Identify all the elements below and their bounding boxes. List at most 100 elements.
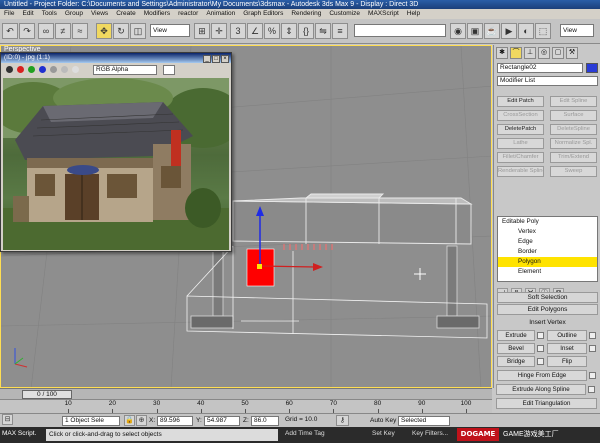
surface-button[interactable]: Surface: [550, 110, 597, 121]
clear-icon[interactable]: [72, 66, 79, 73]
key-mode-dropdown[interactable]: Selected: [398, 416, 450, 426]
inset-settings-icon[interactable]: [589, 345, 596, 352]
menu-tools[interactable]: Tools: [38, 9, 61, 19]
create-tab-icon[interactable]: ✱: [496, 47, 508, 59]
sweep-button[interactable]: Sweep: [550, 166, 597, 177]
extrude-along-spline-button[interactable]: Extrude Along Spline: [496, 384, 586, 395]
close-button[interactable]: ×: [221, 55, 229, 63]
extrude-button[interactable]: Extrude: [497, 330, 535, 341]
menu-modifiers[interactable]: Modifiers: [140, 9, 174, 19]
menu-create[interactable]: Create: [112, 9, 140, 19]
hinge-from-edge-button[interactable]: Hinge From Edge: [497, 370, 587, 381]
soft-selection-rollout[interactable]: Soft Selection: [497, 292, 598, 303]
outline-button[interactable]: Outline: [547, 330, 587, 341]
delete-patch-button[interactable]: DeletePatch: [497, 124, 544, 135]
render-view-dropdown[interactable]: View: [560, 24, 594, 37]
fillet-chamfer-button[interactable]: Fillet/Chamfer: [497, 152, 544, 163]
object-color-swatch[interactable]: [586, 63, 598, 73]
flip-button[interactable]: Flip: [547, 356, 587, 367]
key-icon[interactable]: ⚷: [336, 415, 349, 426]
object-name-field[interactable]: Rectangle02: [497, 63, 583, 73]
extrude-spline-settings-icon[interactable]: [588, 386, 595, 393]
stack-item-border[interactable]: Border: [498, 247, 597, 257]
align-icon[interactable]: ≡: [332, 23, 348, 39]
cross-section-button[interactable]: CrossSection: [497, 110, 544, 121]
menu-edit[interactable]: Edit: [18, 9, 37, 19]
inset-button[interactable]: Inset: [547, 343, 587, 354]
menu-file[interactable]: File: [0, 9, 18, 19]
time-slider[interactable]: 0 / 100: [22, 390, 72, 399]
track-bar[interactable]: 10 20 30 40 50 60 70 80 90 100: [0, 399, 492, 413]
bind-spacewarp-icon[interactable]: ≈: [72, 23, 88, 39]
stack-item-element[interactable]: Element: [498, 267, 597, 277]
spinner-snap-icon[interactable]: ⇕: [281, 23, 297, 39]
delete-spline-button[interactable]: DeleteSpline: [550, 124, 597, 135]
auto-key-button[interactable]: Auto Key: [370, 416, 396, 426]
stack-item-polygon[interactable]: Polygon: [498, 257, 597, 267]
bevel-settings-icon[interactable]: [537, 345, 544, 352]
insert-vertex-button[interactable]: Insert Vertex: [497, 317, 598, 328]
outline-settings-icon[interactable]: [589, 332, 596, 339]
renderable-spline-button[interactable]: Renderable Spline: [497, 166, 544, 177]
lathe-button[interactable]: Lathe: [497, 138, 544, 149]
monochrome-icon[interactable]: [61, 66, 68, 73]
menu-group[interactable]: Group: [61, 9, 87, 19]
y-coordinate-field[interactable]: 54.987: [204, 416, 240, 426]
snap-toggle-icon[interactable]: 3: [230, 23, 246, 39]
menu-rendering[interactable]: Rendering: [287, 9, 325, 19]
bridge-settings-icon[interactable]: [537, 358, 544, 365]
render-setup-icon[interactable]: ▣: [467, 23, 483, 39]
hierarchy-tab-icon[interactable]: ⊥: [524, 47, 536, 59]
minimize-button[interactable]: _: [203, 55, 211, 63]
bevel-button[interactable]: Bevel: [497, 343, 535, 354]
select-move-icon[interactable]: ✥: [96, 23, 112, 39]
modify-tab-icon[interactable]: ⌒: [510, 47, 522, 59]
edit-triangulation-button[interactable]: Edit Triangulation: [496, 398, 597, 409]
select-scale-icon[interactable]: ◫: [130, 23, 146, 39]
percent-snap-icon[interactable]: %: [264, 23, 280, 39]
set-key-button[interactable]: Set Key: [372, 429, 395, 439]
blue-channel-icon[interactable]: [39, 66, 46, 73]
edit-spline-button[interactable]: Edit Spline: [550, 96, 597, 107]
undo-icon[interactable]: ↶: [2, 23, 18, 39]
pivot-center-icon[interactable]: ⊞: [194, 23, 210, 39]
edit-polygons-rollout[interactable]: Edit Polygons: [497, 304, 598, 315]
key-filters-button[interactable]: Key Filters...: [412, 429, 448, 439]
angle-snap-icon[interactable]: ∠: [247, 23, 263, 39]
maxscript-listener-label[interactable]: MAX Script.: [2, 429, 36, 439]
quick-render-icon[interactable]: ☕: [484, 23, 500, 39]
edit-patch-button[interactable]: Edit Patch: [497, 96, 544, 107]
trim-extend-button[interactable]: Trim/Extend: [550, 152, 597, 163]
utilities-tab-icon[interactable]: ⚒: [566, 47, 578, 59]
x-coordinate-field[interactable]: 89.596: [157, 416, 193, 426]
stack-item-editable-poly[interactable]: Editable Poly: [498, 217, 597, 227]
z-coordinate-field[interactable]: 86.0: [251, 416, 279, 426]
add-time-tag-button[interactable]: Add Time Tag: [285, 429, 325, 439]
alpha-channel-icon[interactable]: [50, 66, 57, 73]
mini-listener-icon[interactable]: ⊟: [2, 414, 13, 425]
display-tab-icon[interactable]: ▢: [552, 47, 564, 59]
menu-reactor[interactable]: reactor: [174, 9, 202, 19]
bridge-button[interactable]: Bridge: [497, 356, 535, 367]
render-region-icon[interactable]: ⬚: [535, 23, 551, 39]
menu-help[interactable]: Help: [403, 9, 424, 19]
unlink-icon[interactable]: ≠: [55, 23, 71, 39]
link-icon[interactable]: ∞: [38, 23, 54, 39]
active-shade-icon[interactable]: ◐: [518, 23, 534, 39]
normalize-spline-button[interactable]: Normalize Spl.: [550, 138, 597, 149]
menu-views[interactable]: Views: [87, 9, 112, 19]
mirror-icon[interactable]: ⇋: [315, 23, 331, 39]
render-production-icon[interactable]: ▶: [501, 23, 517, 39]
absolute-mode-icon[interactable]: ⊕: [136, 415, 147, 426]
menu-maxscript[interactable]: MAXScript: [364, 9, 403, 19]
named-selection-dropdown[interactable]: [354, 24, 446, 37]
extrude-settings-icon[interactable]: [537, 332, 544, 339]
menu-customize[interactable]: Customize: [325, 9, 364, 19]
material-editor-icon[interactable]: ◉: [450, 23, 466, 39]
maximize-button[interactable]: □: [212, 55, 220, 63]
redo-icon[interactable]: ↷: [19, 23, 35, 39]
selection-lock-icon[interactable]: 🔒: [124, 415, 135, 426]
save-image-icon[interactable]: [6, 66, 13, 73]
select-rotate-icon[interactable]: ↻: [113, 23, 129, 39]
stack-item-edge[interactable]: Edge: [498, 237, 597, 247]
